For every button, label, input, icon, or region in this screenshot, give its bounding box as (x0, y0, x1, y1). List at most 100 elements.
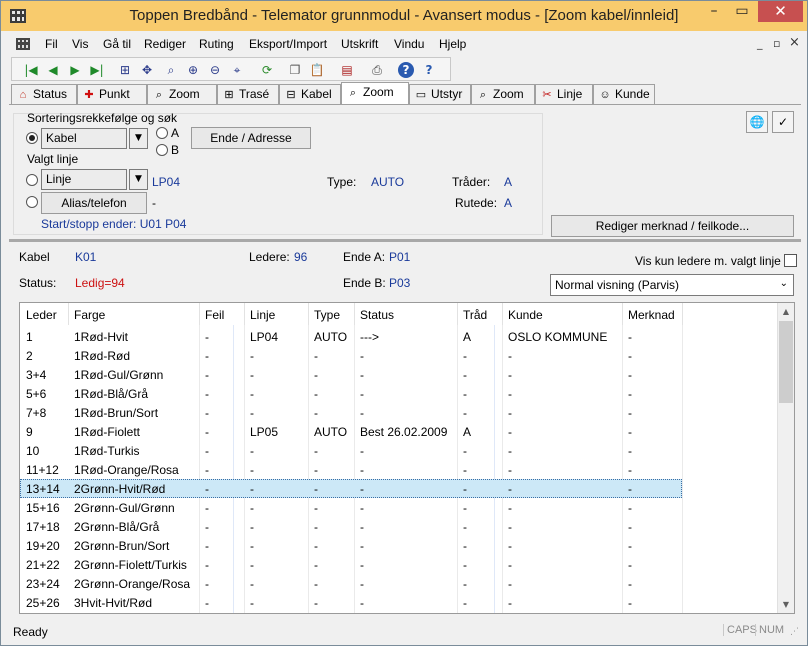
chevron-down-icon[interactable]: ▼ (129, 169, 148, 190)
table-row[interactable]: 5+6 1Rød-Blå/Grå - - - - - - - (20, 384, 778, 403)
table-row[interactable]: 2 1Rød-Rød - - - - - - - (20, 346, 778, 365)
table-row[interactable]: 15+16 2Grønn-Gul/Grønn - - - - - - - (20, 498, 778, 517)
zoom-in-icon[interactable]: ⊕ (184, 61, 202, 79)
table-row[interactable]: 3+4 1Rød-Gul/Grønn - - - - - - - (20, 365, 778, 384)
tree-icon[interactable]: ⊞ (116, 61, 134, 79)
col-linje[interactable]: Linje (250, 308, 275, 322)
table-row[interactable]: 13+14 2Grønn-Hvit/Rød - - - - - - - (20, 479, 682, 498)
menu-eksport-import[interactable]: Eksport/Import (249, 37, 327, 51)
table-row[interactable]: 21+22 2Grønn-Fiolett/Turkis - - - - - - - (20, 555, 778, 574)
menu-rediger[interactable]: Rediger (144, 37, 186, 51)
move-icon[interactable]: ✥ (138, 61, 156, 79)
document-icon[interactable] (15, 37, 31, 51)
column-divider[interactable] (502, 303, 503, 325)
scroll-up-icon[interactable]: ▲ (778, 303, 794, 320)
table-row[interactable]: 17+18 2Grønn-Blå/Grå - - - - - - - (20, 517, 778, 536)
alias-telefon-button[interactable]: Alias/telefon (41, 192, 147, 214)
copy-icon[interactable]: ❐ (286, 61, 304, 79)
zoom-out-icon[interactable]: ⊖ (206, 61, 224, 79)
panel-splitter[interactable] (9, 239, 801, 242)
column-divider[interactable] (244, 303, 245, 325)
refresh-icon[interactable]: ⟳ (258, 61, 276, 79)
close-button[interactable]: ✕ (758, 1, 803, 22)
maximize-button[interactable]: ▭ (729, 3, 755, 21)
tab-status[interactable]: ⌂ Status (11, 84, 77, 104)
tab-kunde[interactable]: ☺ Kunde (593, 84, 655, 104)
menu-ruting[interactable]: Ruting (199, 37, 234, 51)
alias-radio[interactable] (26, 196, 38, 208)
scroll-down-icon[interactable]: ▼ (778, 596, 794, 613)
vis-kun-checkbox[interactable] (784, 254, 797, 267)
last-icon[interactable]: ▶| (88, 61, 106, 79)
menu-hjelp[interactable]: Hjelp (439, 37, 466, 51)
scroll-thumb[interactable] (779, 321, 793, 403)
zoom-fit-icon[interactable]: ⌖ (228, 61, 246, 79)
view-mode-select[interactable]: Normal visning (Parvis) ⌄ (550, 274, 794, 296)
paste-icon[interactable]: 📋 (308, 61, 326, 79)
column-divider[interactable] (682, 303, 683, 325)
title-bar[interactable]: Toppen Bredbånd - Telemator grunnmodul -… (1, 1, 807, 31)
col-status[interactable]: Status (360, 308, 394, 322)
table-row[interactable]: 19+20 2Grønn-Brun/Sort - - - - - - - (20, 536, 778, 555)
table-row[interactable]: 7+8 1Rød-Brun/Sort - - - - - - - (20, 403, 778, 422)
radio-ende-a[interactable] (156, 127, 168, 139)
table-row[interactable]: 11+12 1Rød-Orange/Rosa - - - - - - - (20, 460, 778, 479)
print-icon[interactable]: ⎙ (368, 61, 386, 79)
tab-linje[interactable]: ✂ Linje (535, 84, 593, 104)
first-icon[interactable]: |◀ (22, 61, 40, 79)
tab-trase[interactable]: ⊞ Trasé (217, 84, 279, 104)
menu-utskrift[interactable]: Utskrift (341, 37, 378, 51)
column-divider[interactable] (308, 303, 309, 325)
tab-zoom-punkt[interactable]: ⌕ Zoom (147, 84, 217, 104)
column-divider[interactable] (354, 303, 355, 325)
resize-grip-icon[interactable]: ⋰ (790, 627, 799, 637)
menu-vis[interactable]: Vis (72, 37, 88, 51)
clipboard-check-icon[interactable]: ✓ (772, 111, 794, 133)
tab-punkt[interactable]: ✚ Punkt (77, 84, 147, 104)
linje-radio[interactable] (26, 174, 38, 186)
tab-utstyr[interactable]: ▭ Utstyr (409, 84, 471, 104)
prev-icon[interactable]: ◀ (44, 61, 62, 79)
tab-zoom-utstyr[interactable]: ⌕ Zoom (471, 84, 535, 104)
radio-ende-b[interactable] (156, 144, 168, 156)
col-farge[interactable]: Farge (74, 308, 105, 322)
menu-vindu[interactable]: Vindu (394, 37, 424, 51)
globe-search-icon[interactable]: 🌐 (746, 111, 768, 133)
column-divider[interactable] (622, 303, 623, 325)
conductor-grid[interactable]: ^ Leder Farge Feil Linje Type Status Trå… (19, 302, 795, 614)
context-help-icon[interactable]: ? (420, 61, 438, 79)
vertical-scrollbar[interactable]: ▲ ▼ (777, 303, 794, 613)
next-icon[interactable]: ▶ (66, 61, 84, 79)
col-trad[interactable]: Tråd (463, 308, 487, 322)
menu-ga-til[interactable]: Gå til (103, 37, 131, 51)
col-merknad[interactable]: Merknad (628, 308, 675, 322)
barcode-icon[interactable]: ▤ (338, 61, 356, 79)
table-row[interactable]: 9 1Rød-Fiolett - LP05 AUTO Best 26.02.2009 A - - (20, 422, 778, 441)
linje-combo[interactable]: Linje (41, 169, 127, 190)
table-row[interactable]: 25+26 3Hvit-Hvit/Rød - - - - - - - (20, 593, 778, 612)
tab-kabel[interactable]: ⊟ Kabel (279, 84, 341, 104)
sort-combo[interactable]: Kabel (41, 128, 127, 149)
tab-zoom-kabel[interactable]: ⌕ Zoom (341, 82, 409, 104)
table-row[interactable]: 23+24 2Grønn-Orange/Rosa - - - - - - - (20, 574, 778, 593)
mdi-minimize-button[interactable]: _ (757, 37, 763, 50)
mdi-restore-button[interactable]: ▫ (773, 37, 780, 50)
table-row[interactable]: 10 1Rød-Turkis - - - - - - - (20, 441, 778, 460)
mdi-close-button[interactable]: × (789, 35, 800, 50)
menu-fil[interactable]: Fil (45, 37, 58, 51)
minimize-button[interactable]: – (701, 3, 727, 21)
col-feil[interactable]: Feil (205, 308, 224, 322)
ende-adresse-button[interactable]: Ende / Adresse (191, 127, 311, 149)
chevron-down-icon[interactable]: ▼ (129, 128, 148, 149)
col-kunde[interactable]: Kunde (508, 308, 543, 322)
rediger-merknad-button[interactable]: Rediger merknad / feilkode... (551, 215, 794, 237)
zoom-window-icon[interactable]: ⌕ (162, 61, 180, 79)
column-divider[interactable] (199, 303, 200, 325)
column-divider[interactable] (68, 303, 69, 325)
help-icon[interactable]: ? (398, 62, 414, 78)
column-divider[interactable] (457, 303, 458, 325)
col-leder[interactable]: Leder (26, 308, 57, 322)
col-type[interactable]: Type (314, 308, 340, 322)
table-row[interactable]: 1 1Rød-Hvit - LP04 AUTO ---> A OSLO KOMMUNE - (20, 327, 778, 346)
sort-radio[interactable] (26, 132, 38, 144)
